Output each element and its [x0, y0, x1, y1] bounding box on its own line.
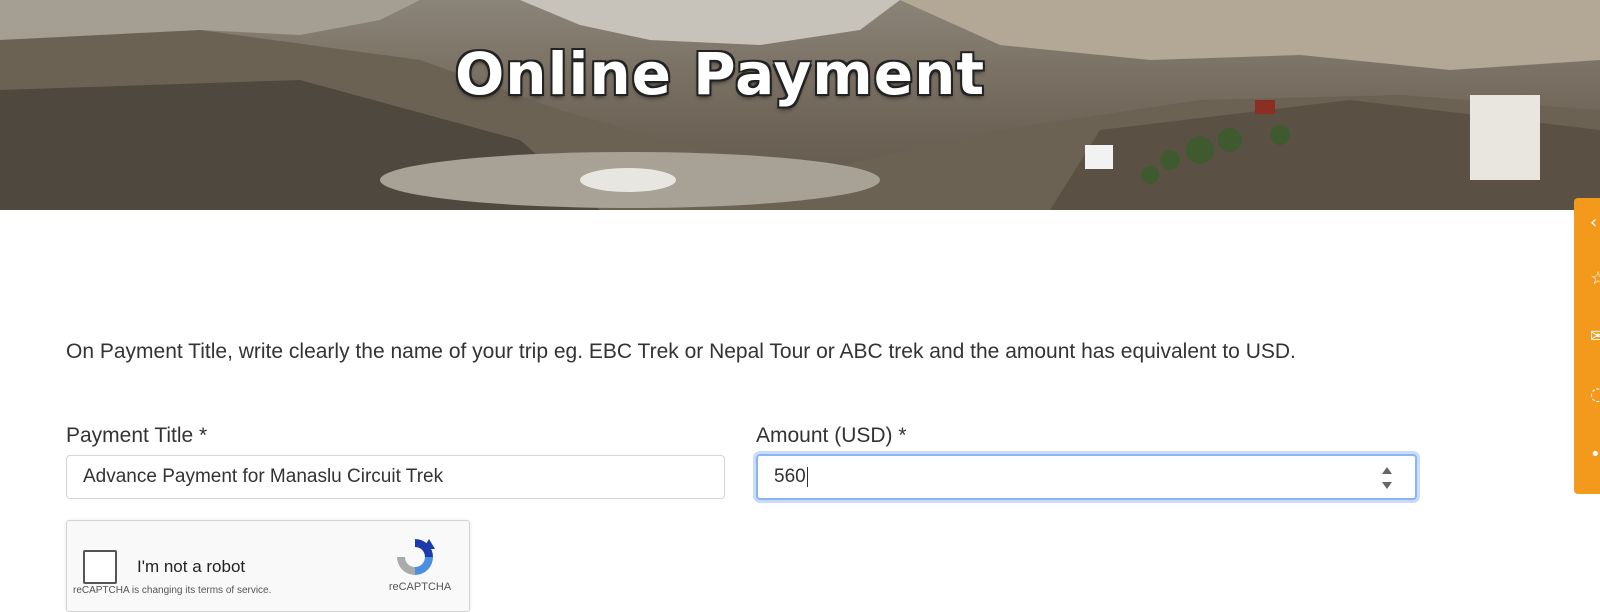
- payment-title-label: Payment Title *: [66, 424, 208, 447]
- whatsapp-icon[interactable]: ◌: [1590, 384, 1600, 405]
- number-spinner-icon[interactable]: [1381, 465, 1393, 491]
- amount-value: 560: [774, 466, 806, 487]
- more-icon[interactable]: •: [1590, 444, 1600, 465]
- recaptcha-brand: reCAPTCHA: [388, 581, 452, 593]
- text-cursor: [806, 467, 808, 487]
- recaptcha-widget: I'm not a robot reCAPTCHA is changing it…: [66, 520, 470, 612]
- amount-label: Amount (USD) *: [756, 424, 907, 447]
- recaptcha-label: I'm not a robot: [137, 557, 246, 576]
- floating-side-toolbar: ‹ ☆ ✉ ◌ •: [1574, 198, 1600, 494]
- payment-title-value: Advance Payment for Manaslu Circuit Trek: [83, 466, 444, 487]
- page-title: Online Payment: [455, 40, 986, 108]
- payment-instructions: On Payment Title, write clearly the name…: [66, 340, 1296, 363]
- payment-title-input[interactable]: Advance Payment for Manaslu Circuit Trek: [66, 455, 725, 499]
- recaptcha-logo-icon: [397, 539, 435, 575]
- share-icon[interactable]: ‹: [1590, 212, 1597, 233]
- star-icon[interactable]: ☆: [1590, 268, 1600, 289]
- amount-input[interactable]: 560: [756, 454, 1417, 500]
- recaptcha-checkbox[interactable]: [83, 550, 117, 584]
- recaptcha-terms-notice: reCAPTCHA is changing its terms of servi…: [73, 585, 272, 596]
- hero-banner: Online Payment: [0, 0, 1600, 210]
- mail-icon[interactable]: ✉: [1590, 326, 1600, 347]
